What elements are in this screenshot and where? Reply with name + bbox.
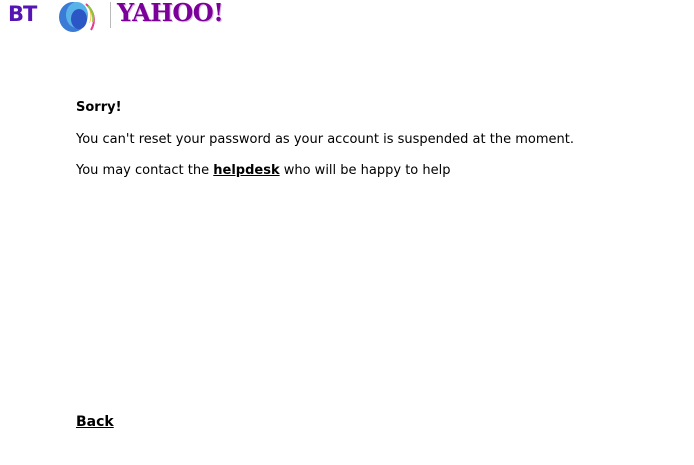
page-title: Sorry! (76, 100, 122, 115)
bt-logo: BT (7, 0, 107, 34)
bt-globe-icon (59, 2, 95, 32)
contact-suffix: who will be happy to help (279, 163, 451, 178)
back-link[interactable]: Back (76, 413, 114, 431)
helpdesk-link[interactable]: helpdesk (213, 163, 279, 178)
yahoo-logo: YAHOO! (117, 0, 224, 27)
contact-prefix: You may contact the (76, 163, 214, 178)
page-header: BT YAHOO! (7, 0, 237, 34)
suspended-message: You can't reset your password as your ac… (76, 132, 574, 147)
bt-logo-text: BT (8, 2, 37, 26)
logo-divider (110, 2, 111, 28)
contact-message: You may contact the helpdesk who will be… (76, 163, 451, 179)
